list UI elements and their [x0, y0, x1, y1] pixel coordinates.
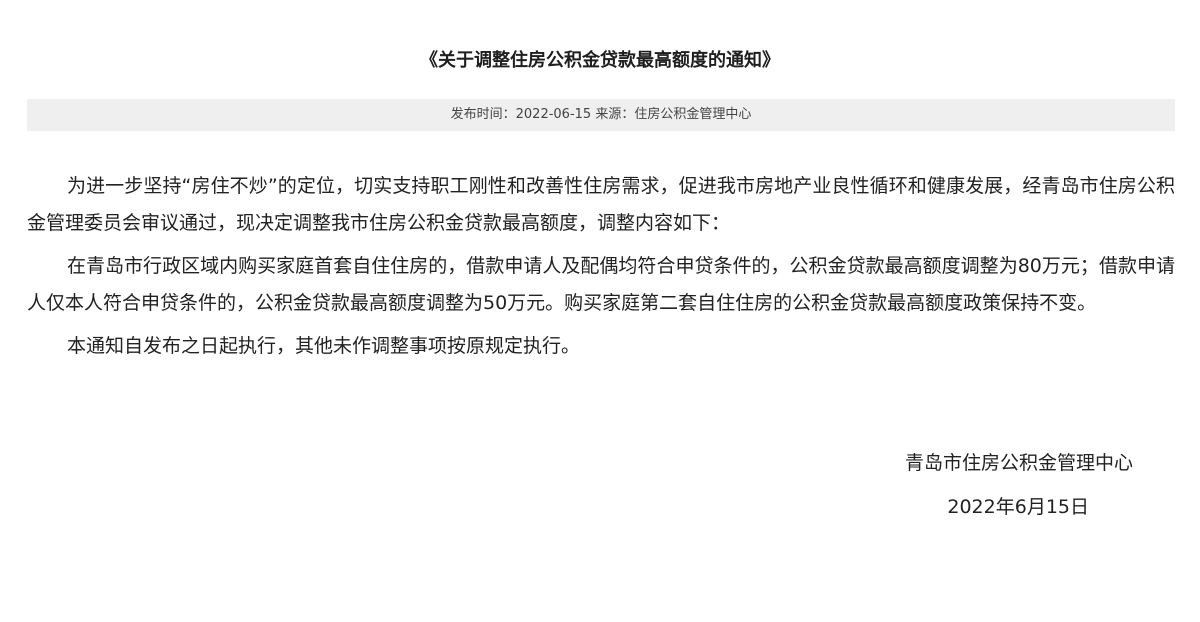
- signature-organization: 青岛市住房公积金管理中心: [904, 452, 1133, 474]
- paragraph-intro: 为进一步坚持“房住不炒”的定位，切实支持职工刚性和改善性住房需求，促进我市房地产…: [27, 175, 1175, 234]
- article-title: 《关于调整住房公积金贷款最高额度的通知》: [420, 50, 780, 71]
- source-label: 来源：: [595, 107, 635, 122]
- source-name: 住房公积金管理中心: [634, 107, 752, 122]
- paragraph-effective: 本通知自发布之日起执行，其他未作调整事项按原规定执行。: [67, 335, 581, 357]
- publish-date: 2022-06-15: [515, 107, 592, 122]
- publish-date-label: 发布时间：: [450, 107, 516, 122]
- article-body: 为进一步坚持“房住不炒”的定位，切实支持职工刚性和改善性住房需求，促进我市房地产…: [27, 168, 1175, 371]
- signature-date: 2022年6月15日: [947, 496, 1089, 518]
- paragraph-adjustment: 在青岛市行政区域内购买家庭首套自住住房的，借款申请人及配偶均符合申贷条件的，公积…: [27, 255, 1175, 314]
- article-meta-bar: 发布时间：2022-06-15 来源：住房公积金管理中心: [27, 99, 1175, 131]
